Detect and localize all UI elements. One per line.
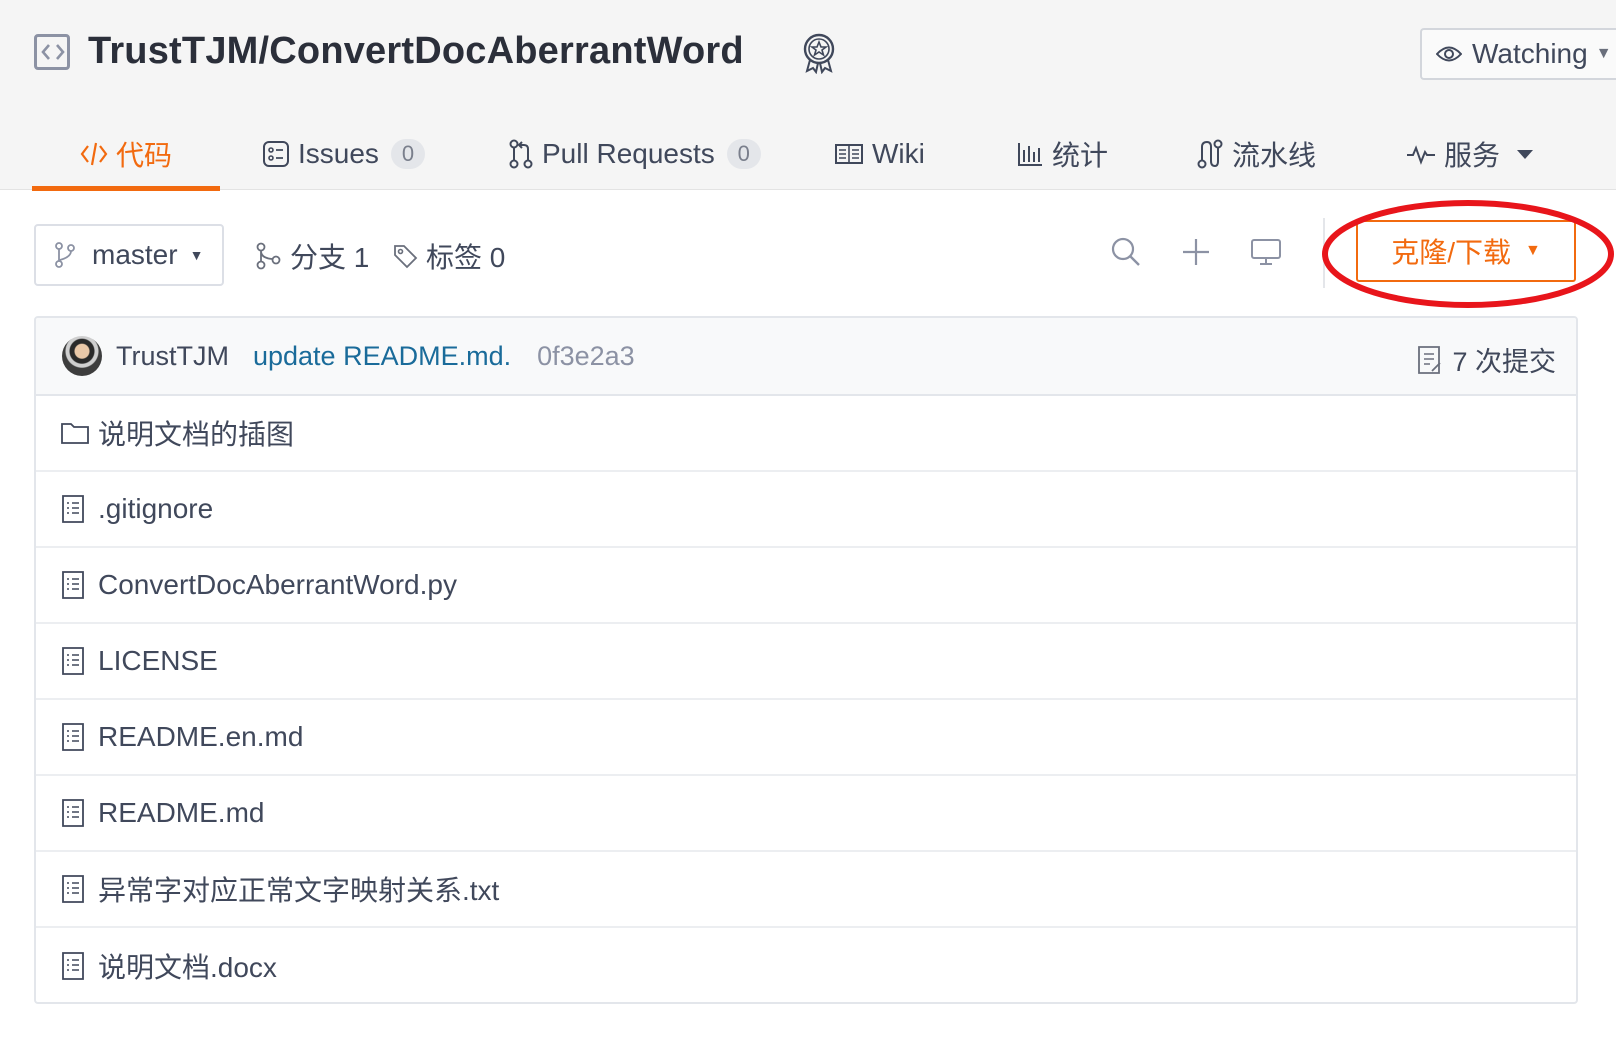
stats-icon [1016, 140, 1044, 168]
pulse-icon [1406, 142, 1436, 166]
latest-commit-bar: TrustTJM update README.md. 0f3e2a3 7 次提交 [36, 318, 1576, 396]
file-icon [60, 646, 92, 676]
chevron-down-icon: ▼ [189, 247, 204, 263]
search-icon[interactable] [1106, 232, 1146, 272]
eye-icon [1436, 45, 1462, 63]
annotation-ellipse [1322, 200, 1614, 308]
tab-wiki[interactable]: Wiki [834, 118, 925, 190]
file-icon [60, 722, 92, 752]
list-item[interactable]: 说明文档.docx [36, 928, 1576, 1002]
list-item[interactable]: README.en.md [36, 700, 1576, 776]
tab-label: Pull Requests [542, 138, 715, 169]
tab-label: 服务 [1444, 140, 1501, 171]
list-item[interactable]: 说明文档的插图 [36, 396, 1576, 472]
pipeline-icon [1196, 139, 1224, 169]
tags-label: 标签 0 [426, 242, 506, 273]
repo-title[interactable]: TrustTJM/ConvertDocAberrantWord [88, 30, 744, 73]
watch-button[interactable]: Watching ▼ [1420, 28, 1616, 80]
tab-label: Issues [298, 138, 379, 169]
avatar[interactable] [62, 336, 102, 376]
file-icon [60, 494, 92, 524]
tab-pull-requests[interactable]: Pull Requests 0 [508, 118, 761, 190]
tab-stats[interactable]: 统计 [1016, 118, 1108, 190]
commit-count-link[interactable]: 7 次提交 [1416, 340, 1556, 379]
commit-count-label: 7 次提交 [1452, 347, 1556, 377]
branches-link[interactable]: 分支 1 [256, 236, 369, 276]
file-name: ConvertDocAberrantWord.py [98, 569, 457, 600]
file-name: 说明文档.docx [98, 952, 277, 983]
plus-icon[interactable] [1176, 232, 1216, 272]
repo-tabs: 代码 Issues 0 Pull Requests 0 Wiki 统计 流水线 … [0, 118, 1616, 191]
branches-label: 分支 1 [290, 242, 370, 273]
list-item[interactable]: 异常字对应正常文字映射关系.txt [36, 852, 1576, 928]
tab-pipeline[interactable]: 流水线 [1196, 118, 1316, 190]
watch-label: Watching [1472, 38, 1588, 69]
commits-icon [1416, 345, 1442, 375]
tags-link[interactable]: 标签 0 [392, 236, 505, 276]
list-item[interactable]: LICENSE [36, 624, 1576, 700]
chevron-down-icon: ▼ [1595, 45, 1612, 62]
tag-icon [392, 243, 418, 269]
repo-icon [34, 34, 70, 70]
branch-name: master [92, 239, 178, 270]
commit-message[interactable]: update README.md. [253, 341, 511, 372]
repo-header: TrustTJM/ConvertDocAberrantWord Watching… [0, 0, 1616, 191]
tab-label: Wiki [872, 138, 925, 169]
branch-select[interactable]: master ▼ [34, 224, 224, 286]
file-name: 异常字对应正常文字映射关系.txt [98, 875, 500, 906]
tab-issues[interactable]: Issues 0 [262, 118, 425, 190]
file-name: 说明文档的插图 [98, 419, 295, 450]
chevron-down-icon [1516, 148, 1534, 160]
branch-icon [54, 242, 76, 268]
wiki-icon [834, 142, 864, 166]
tab-services[interactable]: 服务 [1406, 118, 1542, 190]
code-icon [80, 141, 108, 167]
file-icon [60, 570, 92, 600]
commit-author[interactable]: TrustTJM [116, 341, 229, 372]
file-list: TrustTJM update README.md. 0f3e2a3 7 次提交… [34, 316, 1578, 1004]
award-badge-icon[interactable] [800, 32, 838, 79]
file-name: README.en.md [98, 721, 304, 752]
list-item[interactable]: .gitignore [36, 472, 1576, 548]
file-icon [60, 874, 92, 904]
file-name: .gitignore [98, 493, 214, 524]
issues-count-badge: 0 [390, 139, 425, 169]
pull-requests-count-badge: 0 [726, 139, 761, 169]
tab-code[interactable]: 代码 [31, 118, 221, 191]
tab-label: 代码 [116, 140, 173, 171]
file-icon [60, 798, 92, 828]
file-icon [60, 951, 92, 981]
issues-icon [262, 140, 290, 168]
commit-sha[interactable]: 0f3e2a3 [537, 341, 635, 372]
branch-icon [256, 242, 282, 270]
list-item[interactable]: README.md [36, 776, 1576, 852]
list-item[interactable]: ConvertDocAberrantWord.py [36, 548, 1576, 624]
tab-label: 流水线 [1232, 140, 1317, 171]
pull-request-icon [508, 139, 534, 169]
tab-label: 统计 [1052, 140, 1109, 171]
file-name: LICENSE [98, 645, 218, 676]
monitor-icon[interactable] [1246, 232, 1286, 272]
folder-icon [60, 420, 92, 446]
file-name: README.md [98, 797, 265, 828]
